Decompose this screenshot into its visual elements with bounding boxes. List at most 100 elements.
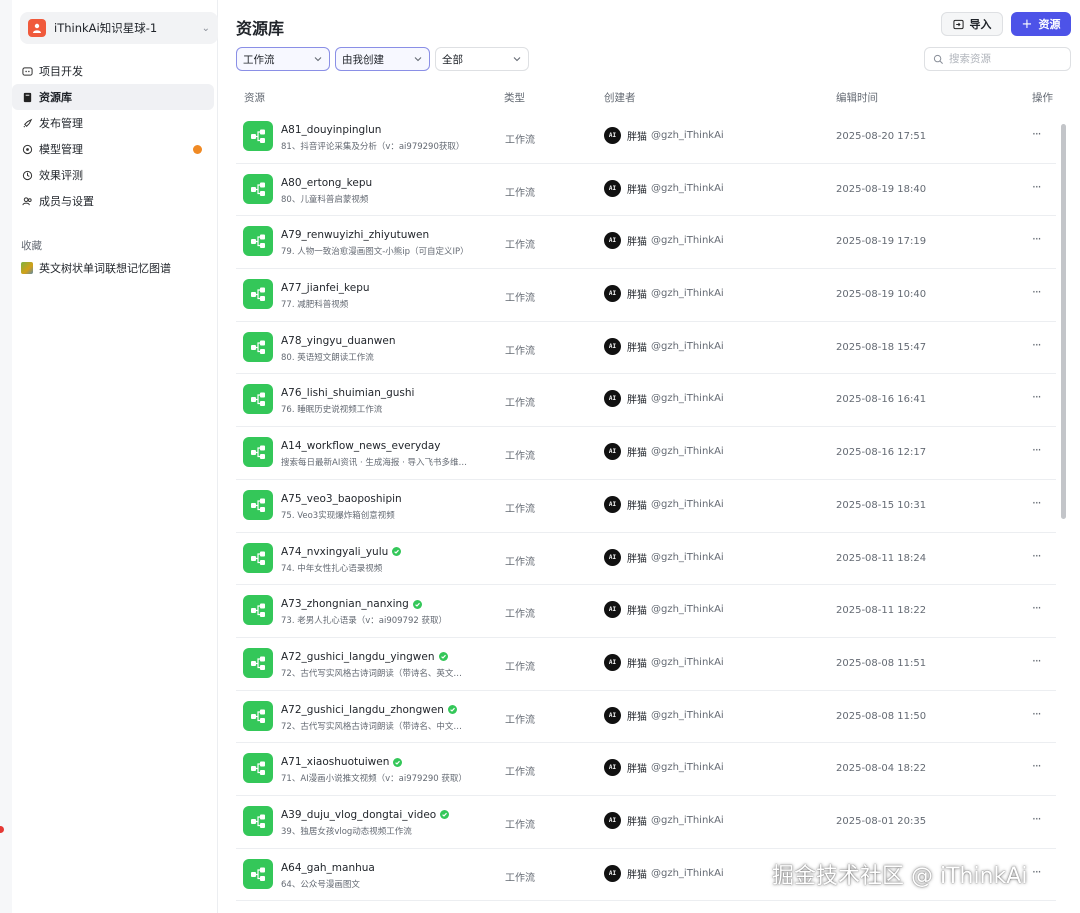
sidebar-item-library[interactable]: 资源库 xyxy=(12,84,214,110)
creator-name: 胖猫 xyxy=(627,132,647,143)
creator-handle: @gzh_iThinkAi xyxy=(651,709,724,721)
creator-name: 胖猫 xyxy=(627,869,647,881)
verified-check-icon xyxy=(440,810,450,820)
workflow-icon xyxy=(243,384,273,415)
table-row[interactable]: A80_ertong_kepu 80、儿童科普启蒙视频 工作流 AI 胖猫 @gzh_iT… xyxy=(236,164,1056,217)
more-actions-icon[interactable]: ··· xyxy=(1032,443,1042,457)
resource-creator: AI 胖猫 @gzh_iThinkAi xyxy=(604,390,724,408)
more-actions-icon[interactable]: ··· xyxy=(1032,338,1042,352)
resource-name: A71_xiaoshuotuiwen xyxy=(281,756,403,769)
model-icon xyxy=(21,143,33,155)
resource-type: 工作流 xyxy=(505,240,535,252)
resource-type: 工作流 xyxy=(505,556,535,568)
more-actions-icon[interactable]: ··· xyxy=(1032,180,1042,194)
resource-creator: AI 胖猫 @gzh_iThinkAi xyxy=(604,706,724,724)
edit-time: 2025-08-19 18:40 xyxy=(836,183,927,195)
resource-name-text: A76_lishi_shuimian_gushi xyxy=(281,387,415,400)
more-actions-icon[interactable]: ··· xyxy=(1032,285,1042,299)
members-icon xyxy=(21,195,33,207)
edit-time: 2025-08-19 10:40 xyxy=(836,289,927,301)
scrollbar-thumb[interactable] xyxy=(1061,124,1066,519)
scope-filter-select[interactable]: 全部 xyxy=(435,47,529,71)
chevron-down-icon xyxy=(414,57,422,62)
resource-type: 工作流 xyxy=(505,767,535,779)
more-actions-icon[interactable]: ··· xyxy=(1032,812,1042,826)
creator-handle: @gzh_iThinkAi xyxy=(651,656,724,668)
more-actions-icon[interactable]: ··· xyxy=(1032,390,1042,404)
edit-time: 2025-08-04 18:22 xyxy=(836,763,927,775)
verified-check-icon xyxy=(438,652,448,662)
table-row[interactable]: A79_renwuyizhi_zhiyutuwen 79. 人物一致治愈漫画图文-… xyxy=(236,216,1056,270)
table-row[interactable]: A71_xiaoshuotuiwen 71、AI漫画小说推文视频（v：ai9792… xyxy=(236,743,1056,796)
more-actions-icon[interactable]: ··· xyxy=(1032,707,1042,721)
creator-filter-select[interactable]: 由我创建 xyxy=(335,47,430,71)
more-actions-icon[interactable]: ··· xyxy=(1032,601,1042,615)
table-row[interactable]: A14_workflow_news_everyday 搜索每日最新AI资讯 · 生… xyxy=(236,427,1056,480)
table-row[interactable]: A72_gushici_langdu_yingwen 72、古代写实风格古诗词朗读… xyxy=(236,638,1056,691)
table-row[interactable]: A81_douyinpinglun 81、抖音评论采集及分析（v：ai979290… xyxy=(236,111,1056,164)
workflow-icon xyxy=(243,226,273,257)
table-row[interactable]: A74_nvxingyali_yulu 74. 中年女性扎心语录视频 工作流 AI 胖猫… xyxy=(236,533,1056,586)
rocket-icon xyxy=(21,117,33,129)
favorites-heading: 收藏 xyxy=(21,240,42,252)
table-row[interactable]: A77_jianfei_kepu 77. 减肥科普视频 工作流 AI 胖猫 @gzh_iT… xyxy=(236,269,1056,322)
more-actions-icon[interactable]: ··· xyxy=(1032,759,1042,773)
workflow-icon xyxy=(243,700,273,731)
creator-handle: @gzh_iThinkAi xyxy=(651,288,724,300)
project-icon xyxy=(21,65,33,77)
resource-name: A77_jianfei_kepu xyxy=(281,282,370,294)
favorite-item-label: 英文树状单词联想记忆图谱 xyxy=(39,262,171,275)
sidebar-item-publish[interactable]: 发布管理 xyxy=(12,110,214,136)
workflow-icon xyxy=(243,121,273,151)
more-actions-icon[interactable]: ··· xyxy=(1032,654,1042,668)
more-actions-icon[interactable]: ··· xyxy=(1032,127,1042,141)
resource-name-text: A78_yingyu_duanwen xyxy=(281,334,396,347)
resource-type: 工作流 xyxy=(505,293,535,305)
more-actions-icon[interactable]: ··· xyxy=(1032,496,1042,510)
sidebar-item-project[interactable]: 项目开发 xyxy=(12,58,214,84)
scope-filter-value: 全部 xyxy=(442,53,463,66)
creator-name: 胖猫 xyxy=(627,500,647,512)
search-box xyxy=(924,47,1071,71)
sidebar-item-models[interactable]: 模型管理 xyxy=(12,136,214,162)
table-row[interactable]: A72_gushici_langdu_zhongwen 72、古代写实风格古诗词朗… xyxy=(236,691,1056,744)
verified-check-icon xyxy=(412,599,422,609)
table-row[interactable]: A73_zhongnian_nanxing 73. 老男人扎心语录（v：ai909… xyxy=(236,585,1056,638)
more-actions-icon[interactable]: ··· xyxy=(1032,865,1042,879)
creator-handle: @gzh_iThinkAi xyxy=(651,182,724,194)
resource-creator: AI 胖猫 @gzh_iThinkAi xyxy=(604,232,724,250)
resource-creator: AI 胖猫 @gzh_iThinkAi xyxy=(604,601,724,619)
import-button[interactable]: 导入 xyxy=(941,12,1003,36)
creator-handle: @gzh_iThinkAi xyxy=(651,446,724,458)
sidebar-item-members[interactable]: 成员与设置 xyxy=(12,188,214,214)
edit-time: 2025-08-19 17:19 xyxy=(836,236,927,248)
avatar: AI xyxy=(604,601,621,619)
table-row[interactable]: A39_duju_vlog_dongtai_video 39、独居女孩vlog动态… xyxy=(236,796,1056,849)
creator-name: 胖猫 xyxy=(627,237,647,249)
sidebar-item-label: 项目开发 xyxy=(39,65,83,78)
space-switcher[interactable]: iThinkAi知识星球-1 ⌄ xyxy=(20,12,218,44)
table-row[interactable]: A75_veo3_baoposhipin 75. Veo3实现爆炸箱创意视频 工作流… xyxy=(236,480,1056,533)
resource-name: A72_gushici_langdu_zhongwen xyxy=(281,704,457,716)
table-row[interactable]: A76_lishi_shuimian_gushi 76. 睡眠历史说视频工作流 工作… xyxy=(236,374,1056,428)
resource-name-text: A71_xiaoshuotuiwen xyxy=(281,756,390,769)
favorite-item[interactable]: 英文树状单词联想记忆图谱 xyxy=(21,258,171,278)
creator-name: 胖猫 xyxy=(627,395,647,407)
avatar: AI xyxy=(604,232,621,250)
sidebar-item-evaluation[interactable]: 效果评测 xyxy=(12,162,214,188)
more-actions-icon[interactable]: ··· xyxy=(1032,549,1042,563)
workflow-icon xyxy=(243,331,273,362)
resource-creator: AI 胖猫 @gzh_iThinkAi xyxy=(604,864,724,882)
avatar: AI xyxy=(604,759,621,777)
type-filter-select[interactable]: 工作流 xyxy=(236,47,330,71)
search-input[interactable] xyxy=(949,53,1059,65)
resource-type: 工作流 xyxy=(505,661,535,673)
more-actions-icon[interactable]: ··· xyxy=(1032,232,1042,246)
avatar: AI xyxy=(604,390,621,408)
resource-description: 39、独居女孩vlog动态视频工作流 xyxy=(281,826,412,837)
table-row[interactable]: A78_yingyu_duanwen 80. 英语短文朗读工作流 工作流 AI 胖猫 @g… xyxy=(236,322,1056,375)
resource-description: 77. 减肥科普视频 xyxy=(281,300,349,311)
add-resource-button[interactable]: + 资源 xyxy=(1011,12,1071,36)
edge-indicator xyxy=(0,826,4,833)
creator-handle: @gzh_iThinkAi xyxy=(651,130,724,141)
